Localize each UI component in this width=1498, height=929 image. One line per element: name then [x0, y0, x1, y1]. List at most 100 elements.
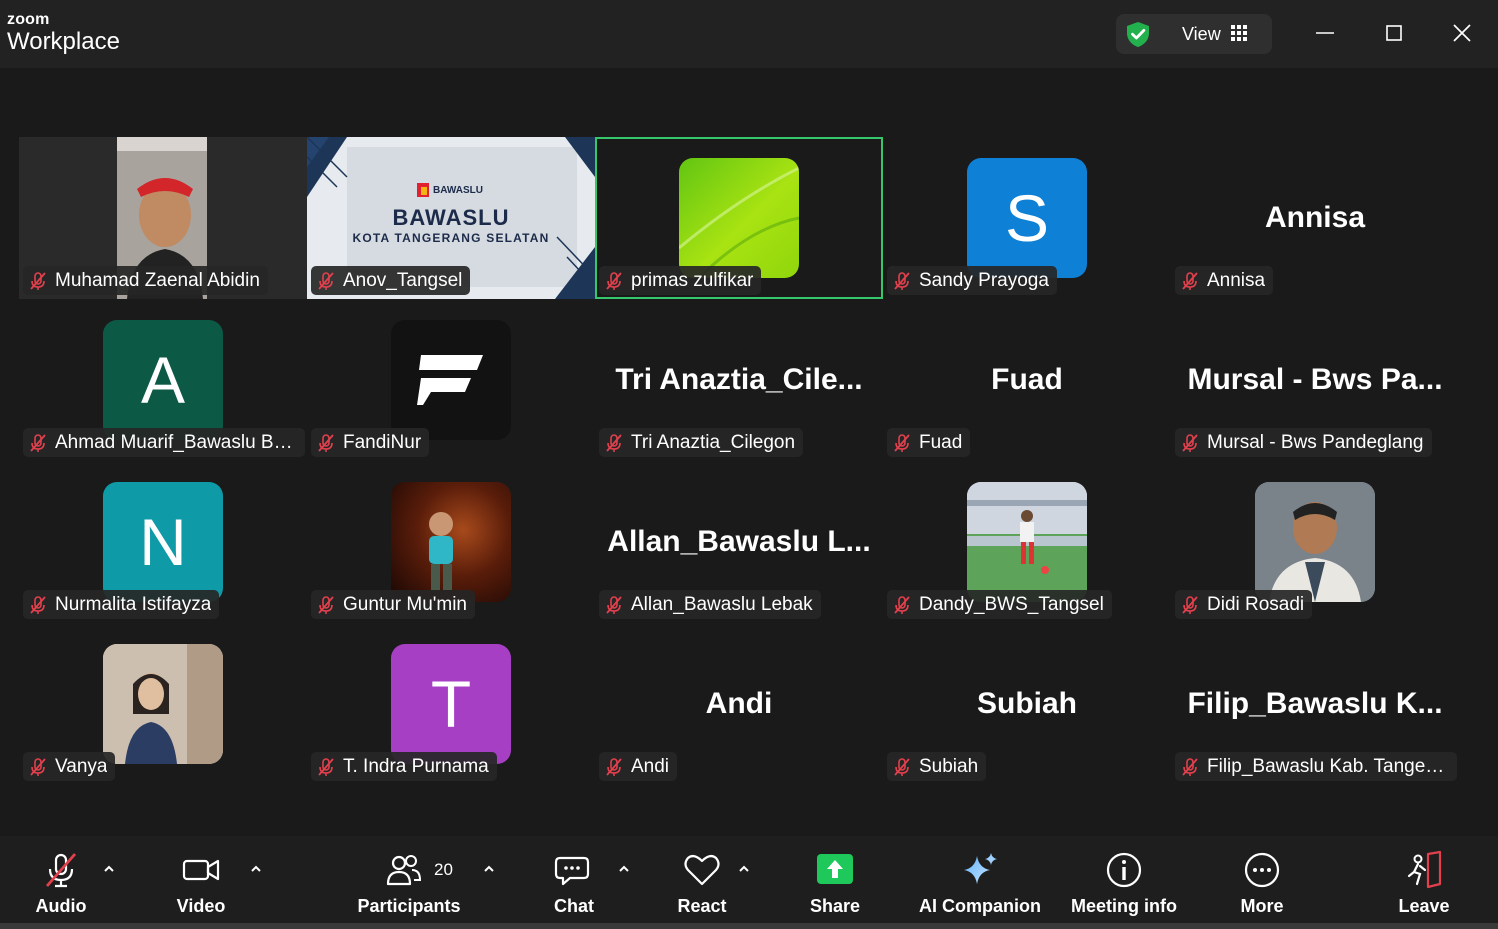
chat-options-chevron-icon[interactable]	[617, 862, 631, 876]
maximize-button[interactable]	[1379, 18, 1409, 48]
chat-icon	[554, 856, 590, 886]
participant-name: Allan_Bawaslu Lebak	[631, 593, 813, 615]
participant-tile-active-speaker[interactable]: primas zulfikar	[595, 137, 883, 299]
taskbar-edge	[0, 923, 1498, 929]
participant-name: Anov_Tangsel	[343, 269, 463, 291]
more-dots-icon	[1244, 852, 1280, 888]
muted-mic-icon	[1182, 433, 1198, 452]
info-icon	[1106, 852, 1142, 888]
participant-tile[interactable]: FandiNur	[307, 299, 595, 461]
participant-avatar	[1255, 482, 1375, 602]
react-label: React	[677, 896, 727, 916]
participant-tile[interactable]: S Sandy Prayoga	[883, 137, 1171, 299]
meeting-toolbar: Audio Video Participants 20 Chat React S…	[0, 836, 1498, 929]
person-photo-icon	[1255, 482, 1375, 602]
participant-name: Muhamad Zaenal Abidin	[55, 269, 260, 291]
video-button[interactable]: Video	[160, 836, 242, 922]
muted-mic-icon	[606, 757, 622, 776]
name-plate: Tri Anaztia_Cilegon	[599, 428, 804, 457]
participant-avatar	[103, 644, 223, 764]
muted-mic-icon	[894, 595, 910, 614]
name-plate: Guntur Mu'min	[311, 590, 476, 619]
grid-icon	[1231, 25, 1247, 41]
view-button[interactable]: View	[1116, 14, 1272, 54]
participant-name: Didi Rosadi	[1207, 593, 1305, 615]
chat-label: Chat	[554, 896, 594, 916]
person-photo-icon	[103, 644, 223, 764]
participant-name: primas zulfikar	[631, 269, 754, 291]
audio-label: Audio	[35, 896, 87, 916]
participant-tile[interactable]: Fuad Fuad	[883, 299, 1171, 461]
name-plate: Nurmalita Istifayza	[23, 590, 220, 619]
participant-tile[interactable]: N Nurmalita Istifayza	[19, 461, 307, 623]
participant-avatar	[967, 482, 1087, 602]
participant-tile[interactable]: Filip_Bawaslu K... Filip_Bawaslu Kab. Ta…	[1171, 623, 1459, 785]
brand-zoom: zoom	[7, 11, 50, 28]
muted-mic-icon	[606, 433, 622, 452]
name-plate: Vanya	[23, 752, 116, 781]
participant-tile[interactable]: Mursal - Bws Pa... Mursal - Bws Pandegla…	[1171, 299, 1459, 461]
participants-options-chevron-icon[interactable]	[482, 862, 496, 876]
participant-tile[interactable]: A Ahmad Muarif_Bawaslu Ban...	[19, 299, 307, 461]
participant-tile[interactable]: Allan_Bawaslu L... Allan_Bawaslu Lebak	[595, 461, 883, 623]
name-plate: Subiah	[887, 752, 987, 781]
participant-tile[interactable]: Vanya	[19, 623, 307, 785]
minimize-icon	[1316, 32, 1334, 34]
participant-tile[interactable]: Tri Anaztia_Cile... Tri Anaztia_Cilegon	[595, 299, 883, 461]
react-options-chevron-icon[interactable]	[737, 862, 751, 876]
ai-companion-button[interactable]: AI Companion	[916, 836, 1044, 922]
muted-mic-icon	[606, 595, 622, 614]
react-button[interactable]: React	[662, 836, 742, 922]
participant-avatar: A	[103, 320, 223, 440]
name-plate: primas zulfikar	[599, 266, 762, 295]
muted-mic-icon	[318, 757, 334, 776]
audio-options-chevron-icon[interactable]	[102, 862, 116, 876]
share-screen-icon	[817, 854, 853, 884]
muted-mic-icon	[606, 271, 622, 290]
leave-label: Leave	[1398, 896, 1450, 916]
participant-tile[interactable]: Muhamad Zaenal Abidin	[19, 137, 307, 299]
participant-name: T. Indra Purnama	[343, 755, 489, 777]
ai-companion-label: AI Companion	[919, 896, 1041, 916]
name-plate: Annisa	[1175, 266, 1274, 295]
name-plate: Fuad	[887, 428, 971, 457]
video-options-chevron-icon[interactable]	[249, 862, 263, 876]
muted-mic-icon	[318, 595, 334, 614]
muted-mic-icon	[30, 595, 46, 614]
participant-tile[interactable]: Annisa Annisa	[1171, 137, 1459, 299]
share-button[interactable]: Share	[795, 836, 875, 922]
participant-name: Mursal - Bws Pandeglang	[1207, 431, 1424, 453]
name-plate: Mursal - Bws Pandeglang	[1175, 428, 1432, 457]
participant-tile[interactable]: Didi Rosadi	[1171, 461, 1459, 623]
participant-tile[interactable]: T T. Indra Purnama	[307, 623, 595, 785]
football-photo-icon	[967, 482, 1087, 602]
participants-count: 20	[434, 860, 453, 879]
muted-mic-icon	[30, 757, 46, 776]
name-plate: Didi Rosadi	[1175, 590, 1313, 619]
participant-name: Sandy Prayoga	[919, 269, 1049, 291]
participant-tile[interactable]: Guntur Mu'min	[307, 461, 595, 623]
child-photo-icon	[429, 512, 453, 590]
video-label: Video	[176, 896, 226, 916]
chat-button[interactable]: Chat	[534, 836, 614, 922]
banner-logo-text: BAWASLU	[433, 185, 483, 196]
participant-tile[interactable]: Subiah Subiah	[883, 623, 1171, 785]
more-button[interactable]: More	[1222, 836, 1302, 922]
name-plate: FandiNur	[311, 428, 430, 457]
name-plate: Sandy Prayoga	[887, 266, 1057, 295]
leave-button[interactable]: Leave	[1384, 836, 1464, 922]
participant-tile[interactable]: Andi Andi	[595, 623, 883, 785]
participant-name: Ahmad Muarif_Bawaslu Ban...	[55, 431, 297, 453]
minimize-button[interactable]	[1310, 18, 1340, 48]
meeting-info-button[interactable]: Meeting info	[1062, 836, 1186, 922]
participant-tile[interactable]: BAWASLU BAWASLU KOTA TANGERANG SELATAN A…	[307, 137, 595, 299]
close-button[interactable]	[1447, 18, 1477, 48]
participant-avatar: T	[391, 644, 511, 764]
participant-tile[interactable]: Dandy_BWS_Tangsel	[883, 461, 1171, 623]
name-plate: Filip_Bawaslu Kab. Tangerang	[1175, 752, 1457, 781]
name-plate: T. Indra Purnama	[311, 752, 497, 781]
gradient-avatar-icon	[679, 166, 799, 278]
audio-button[interactable]: Audio	[20, 836, 102, 922]
name-plate: Dandy_BWS_Tangsel	[887, 590, 1112, 619]
participant-name: Nurmalita Istifayza	[55, 593, 212, 615]
